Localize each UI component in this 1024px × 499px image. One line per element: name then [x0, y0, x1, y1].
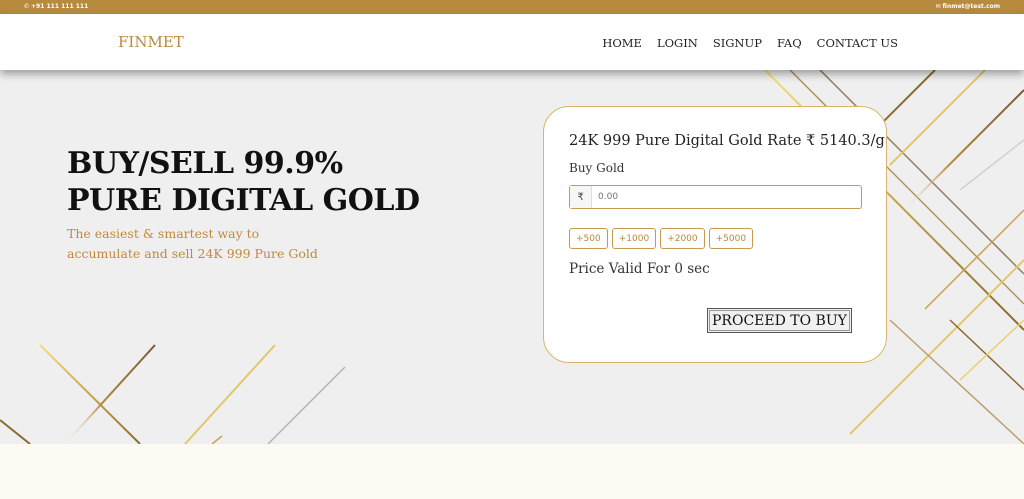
- nav-login[interactable]: LOGIN: [657, 36, 698, 50]
- page-footer-area: [0, 444, 1024, 499]
- envelope-icon: ✉: [935, 2, 941, 10]
- navbar: FINMET HOME LOGIN SIGNUP FAQ CONTACT US: [0, 14, 1024, 70]
- price-validity-text: Price Valid For 0 sec: [569, 261, 710, 277]
- nav-signup[interactable]: SIGNUP: [713, 36, 762, 50]
- email-address: finmet@test.com: [942, 3, 1001, 10]
- add-5000-button[interactable]: +5000: [708, 228, 754, 249]
- top-bar-email[interactable]: ✉ finmet@test.com: [935, 3, 1000, 10]
- top-bar-phone[interactable]: ✆ +91 111 111 111: [24, 3, 88, 10]
- nav-faq[interactable]: FAQ: [777, 36, 802, 50]
- buy-gold-card: 24K 999 Pure Digital Gold Rate ₹ 5140.3/…: [543, 106, 887, 363]
- headline-line-1: BUY/SELL 99.9%: [67, 146, 343, 181]
- headline-line-2: PURE DIGITAL GOLD: [67, 183, 420, 218]
- subtitle-line-1: The easiest & smartest way to: [67, 226, 260, 241]
- quick-amount-chips: +500 +1000 +2000 +5000: [569, 228, 754, 249]
- nav-menu: HOME LOGIN SIGNUP FAQ CONTACT US: [602, 36, 898, 50]
- phone-icon: ✆: [24, 2, 30, 10]
- top-bar: ✆ +91 111 111 111 ✉ finmet@test.com: [0, 0, 1024, 14]
- amount-input[interactable]: [592, 186, 861, 208]
- nav-contact-us[interactable]: CONTACT US: [817, 36, 898, 50]
- add-1000-button[interactable]: +1000: [611, 228, 657, 249]
- brand-logo[interactable]: FINMET: [118, 33, 184, 51]
- hero-headline: BUY/SELL 99.9% PURE DIGITAL GOLD: [67, 145, 420, 219]
- rupee-icon: ₹: [570, 186, 592, 208]
- hero-subtitle: The easiest & smartest way to accumulate…: [67, 224, 327, 264]
- gold-rate-text: 24K 999 Pure Digital Gold Rate ₹ 5140.3/…: [569, 133, 885, 149]
- add-500-button[interactable]: +500: [569, 228, 608, 249]
- hero-section: BUY/SELL 99.9% PURE DIGITAL GOLD The eas…: [0, 70, 1024, 444]
- subtitle-line-2: accumulate and sell 24K 999 Pure Gold: [67, 246, 318, 261]
- nav-home[interactable]: HOME: [602, 36, 642, 50]
- buy-gold-label: Buy Gold: [569, 161, 625, 175]
- amount-input-group: ₹: [569, 185, 862, 209]
- phone-number: +91 111 111 111: [31, 3, 89, 10]
- proceed-to-buy-button[interactable]: PROCEED TO BUY: [707, 308, 852, 333]
- add-2000-button[interactable]: +2000: [660, 228, 705, 249]
